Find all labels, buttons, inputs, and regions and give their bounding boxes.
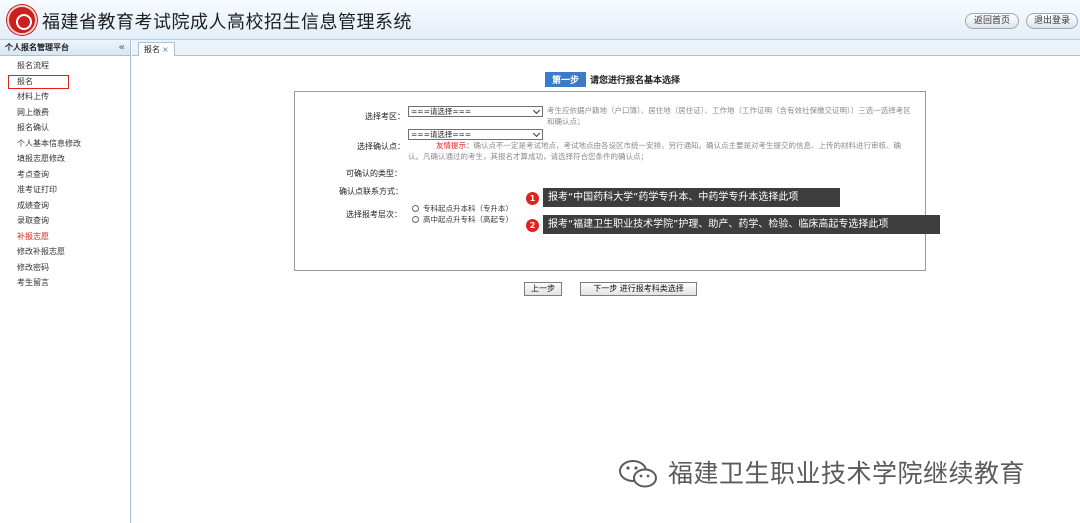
sidebar-title: 个人报名管理平台: [5, 43, 69, 52]
registration-form: 选择考区： ===请选择=== 考生应依据户籍地（户口簿）、居住地（居住证）、工…: [294, 91, 926, 271]
sidebar-item-exam-site-query[interactable]: 考点查询: [0, 167, 130, 183]
previous-step-button[interactable]: 上一步: [524, 282, 562, 296]
step-title: 请您进行报名基本选择: [590, 76, 681, 86]
radio-upgrade-bachelor[interactable]: 专科起点升本科（专升本）: [412, 203, 513, 214]
chevron-down-icon: [532, 106, 541, 115]
step-badge: 第一步: [545, 72, 587, 87]
sidebar-menu: 报名流程 报名 材料上传 网上缴费 报名确认 个人基本信息修改 填报志愿修改 考…: [0, 56, 130, 291]
sidebar-item-personal-info-edit[interactable]: 个人基本信息修改: [0, 136, 130, 152]
sidebar-item-registration-process[interactable]: 报名流程: [0, 58, 130, 74]
tab-registration[interactable]: 报名 ×: [138, 42, 175, 56]
wechat-icon: [619, 460, 657, 488]
exam-area-value: ===请选择===: [411, 107, 472, 116]
app-header: 福建省教育考试院成人高校招生信息管理系统 返回首页 退出登录: [0, 0, 1080, 40]
system-title: 福建省教育考试院成人高校招生信息管理系统: [42, 12, 412, 33]
sidebar-item-supplementary-preference[interactable]: 补报志愿: [0, 229, 130, 245]
collapse-icon[interactable]: «: [119, 40, 125, 56]
exam-area-select[interactable]: ===请选择===: [408, 106, 543, 117]
sidebar-item-change-password[interactable]: 修改密码: [0, 260, 130, 276]
radio-circle[interactable]: [412, 216, 419, 223]
confirm-point-note-text: 确认点不一定是考试地点，考试地点由各设区市统一安排，另行通知。确认点主要是对考生…: [408, 141, 901, 161]
confirm-point-value: ===请选择===: [411, 130, 472, 139]
radio-label: 高中起点升专科（高起专）: [423, 215, 513, 224]
sidebar-item-online-payment[interactable]: 网上缴费: [0, 105, 130, 121]
level-label: 选择报考层次：: [346, 210, 402, 219]
sidebar-item-score-query[interactable]: 成绩查询: [0, 198, 130, 214]
confirm-point-select[interactable]: ===请选择===: [408, 129, 543, 140]
chevron-down-icon: [532, 129, 541, 138]
sidebar-item-admission-ticket-print[interactable]: 准考证打印: [0, 182, 130, 198]
seal-logo-icon: [7, 5, 37, 35]
callout-2: 报考“福建卫生职业技术学院”护理、助产、药学、检验、临床高起专选择此项: [543, 215, 940, 234]
return-home-button[interactable]: 返回首页: [965, 13, 1019, 29]
sidebar-item-registration-confirm[interactable]: 报名确认: [0, 120, 130, 136]
radio-circle[interactable]: [412, 205, 419, 212]
sidebar: 个人报名管理平台 « 报名流程 报名 材料上传 网上缴费 报名确认 个人基本信息…: [0, 40, 131, 523]
sidebar-item-registration[interactable]: 报名: [0, 74, 130, 90]
next-step-button[interactable]: 下一步 进行报考科类选择: [580, 282, 697, 296]
logout-button[interactable]: 退出登录: [1026, 13, 1078, 29]
radio-label: 专科起点升本科（专升本）: [423, 204, 513, 213]
sidebar-item-candidate-message[interactable]: 考生留言: [0, 275, 130, 291]
exam-area-note: 考生应依据户籍地（户口簿）、居住地（居住证）、工作地（工作证明（含有效社保缴交证…: [547, 106, 911, 126]
callout-number-1: 1: [526, 192, 539, 205]
sidebar-item-material-upload[interactable]: 材料上传: [0, 89, 130, 105]
exam-area-label: 选择考区：: [365, 112, 405, 121]
confirm-point-note: 友情提示：确认点不一定是考试地点，考试地点由各设区市统一安排，另行通知。确认点主…: [408, 140, 913, 162]
tab-label: 报名: [144, 45, 160, 54]
callout-number-2: 2: [526, 219, 539, 232]
friendly-tip-label: 友情提示：: [436, 141, 474, 150]
contact-label: 确认点联系方式：: [339, 187, 403, 196]
sidebar-item-edit-supplementary-preference[interactable]: 修改补报志愿: [0, 244, 130, 260]
watermark-text: 福建卫生职业技术学院继续教育: [668, 459, 1026, 488]
confirm-point-label: 选择确认点：: [357, 142, 405, 151]
sidebar-item-admission-query[interactable]: 录取查询: [0, 213, 130, 229]
step-header: 第一步 请您进行报名基本选择: [545, 72, 680, 87]
sidebar-header: 个人报名管理平台 «: [0, 40, 130, 56]
confirm-type-label: 可确认的类型：: [346, 169, 402, 178]
sidebar-item-preference-edit[interactable]: 填报志愿修改: [0, 151, 130, 167]
radio-high-school-associate[interactable]: 高中起点升专科（高起专）: [412, 214, 513, 225]
close-icon[interactable]: ×: [162, 45, 169, 54]
callout-1: 报考“中国药科大学”药学专升本、中药学专升本选择此项: [543, 188, 840, 207]
tab-bar: 报名 ×: [132, 40, 1080, 56]
